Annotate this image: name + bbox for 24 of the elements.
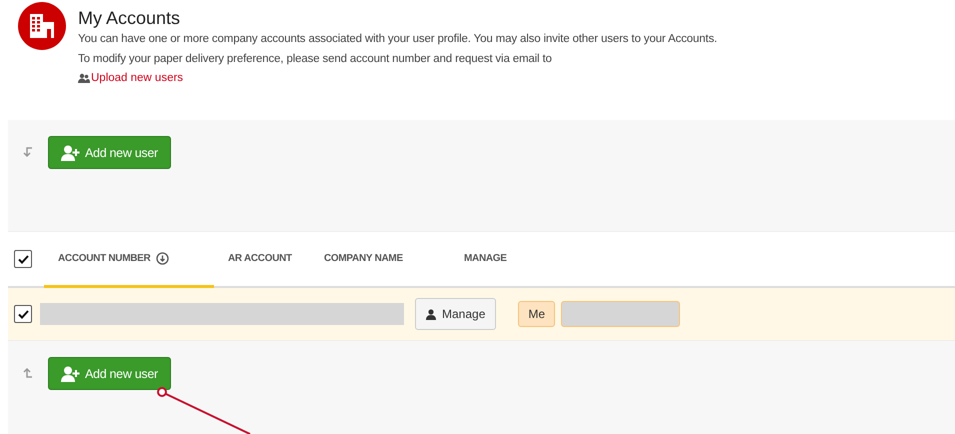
description-text: To modify your paper delivery preference, please send account number and request via email to (78, 52, 553, 67)
description-text: You can have one or more company accounts associated with your user profile. You may also invite other users to your Accounts. (78, 32, 718, 47)
add-user-button[interactable]: Add new user (48, 136, 171, 169)
arrow-up-icon (22, 367, 34, 379)
account-row[interactable]: Manage Me (8, 288, 955, 341)
upload-users-link[interactable]: Upload new users (78, 69, 184, 87)
column-header[interactable]: MANAGE (450, 232, 570, 288)
checkmark-icon (18, 310, 28, 318)
add-user-button[interactable]: Add new user (48, 357, 171, 390)
arrow-down-icon (22, 146, 34, 158)
building-icon (18, 2, 66, 50)
row-checkbox[interactable] (14, 305, 32, 323)
select-all-checkbox[interactable] (14, 250, 32, 268)
column-header[interactable]: AR ACCOUNT (214, 232, 310, 288)
manage-button[interactable]: Manage (415, 298, 496, 330)
column-header[interactable]: COMPANY NAME (310, 232, 450, 288)
me-badge: Me (518, 301, 556, 327)
add-user-icon (61, 144, 81, 160)
checkmark-icon (18, 254, 28, 264)
sort-icon (156, 252, 170, 265)
users-icon (78, 73, 90, 83)
add-user-icon (61, 366, 81, 382)
user-icon (426, 308, 436, 320)
page-title: My Accounts (78, 7, 182, 29)
